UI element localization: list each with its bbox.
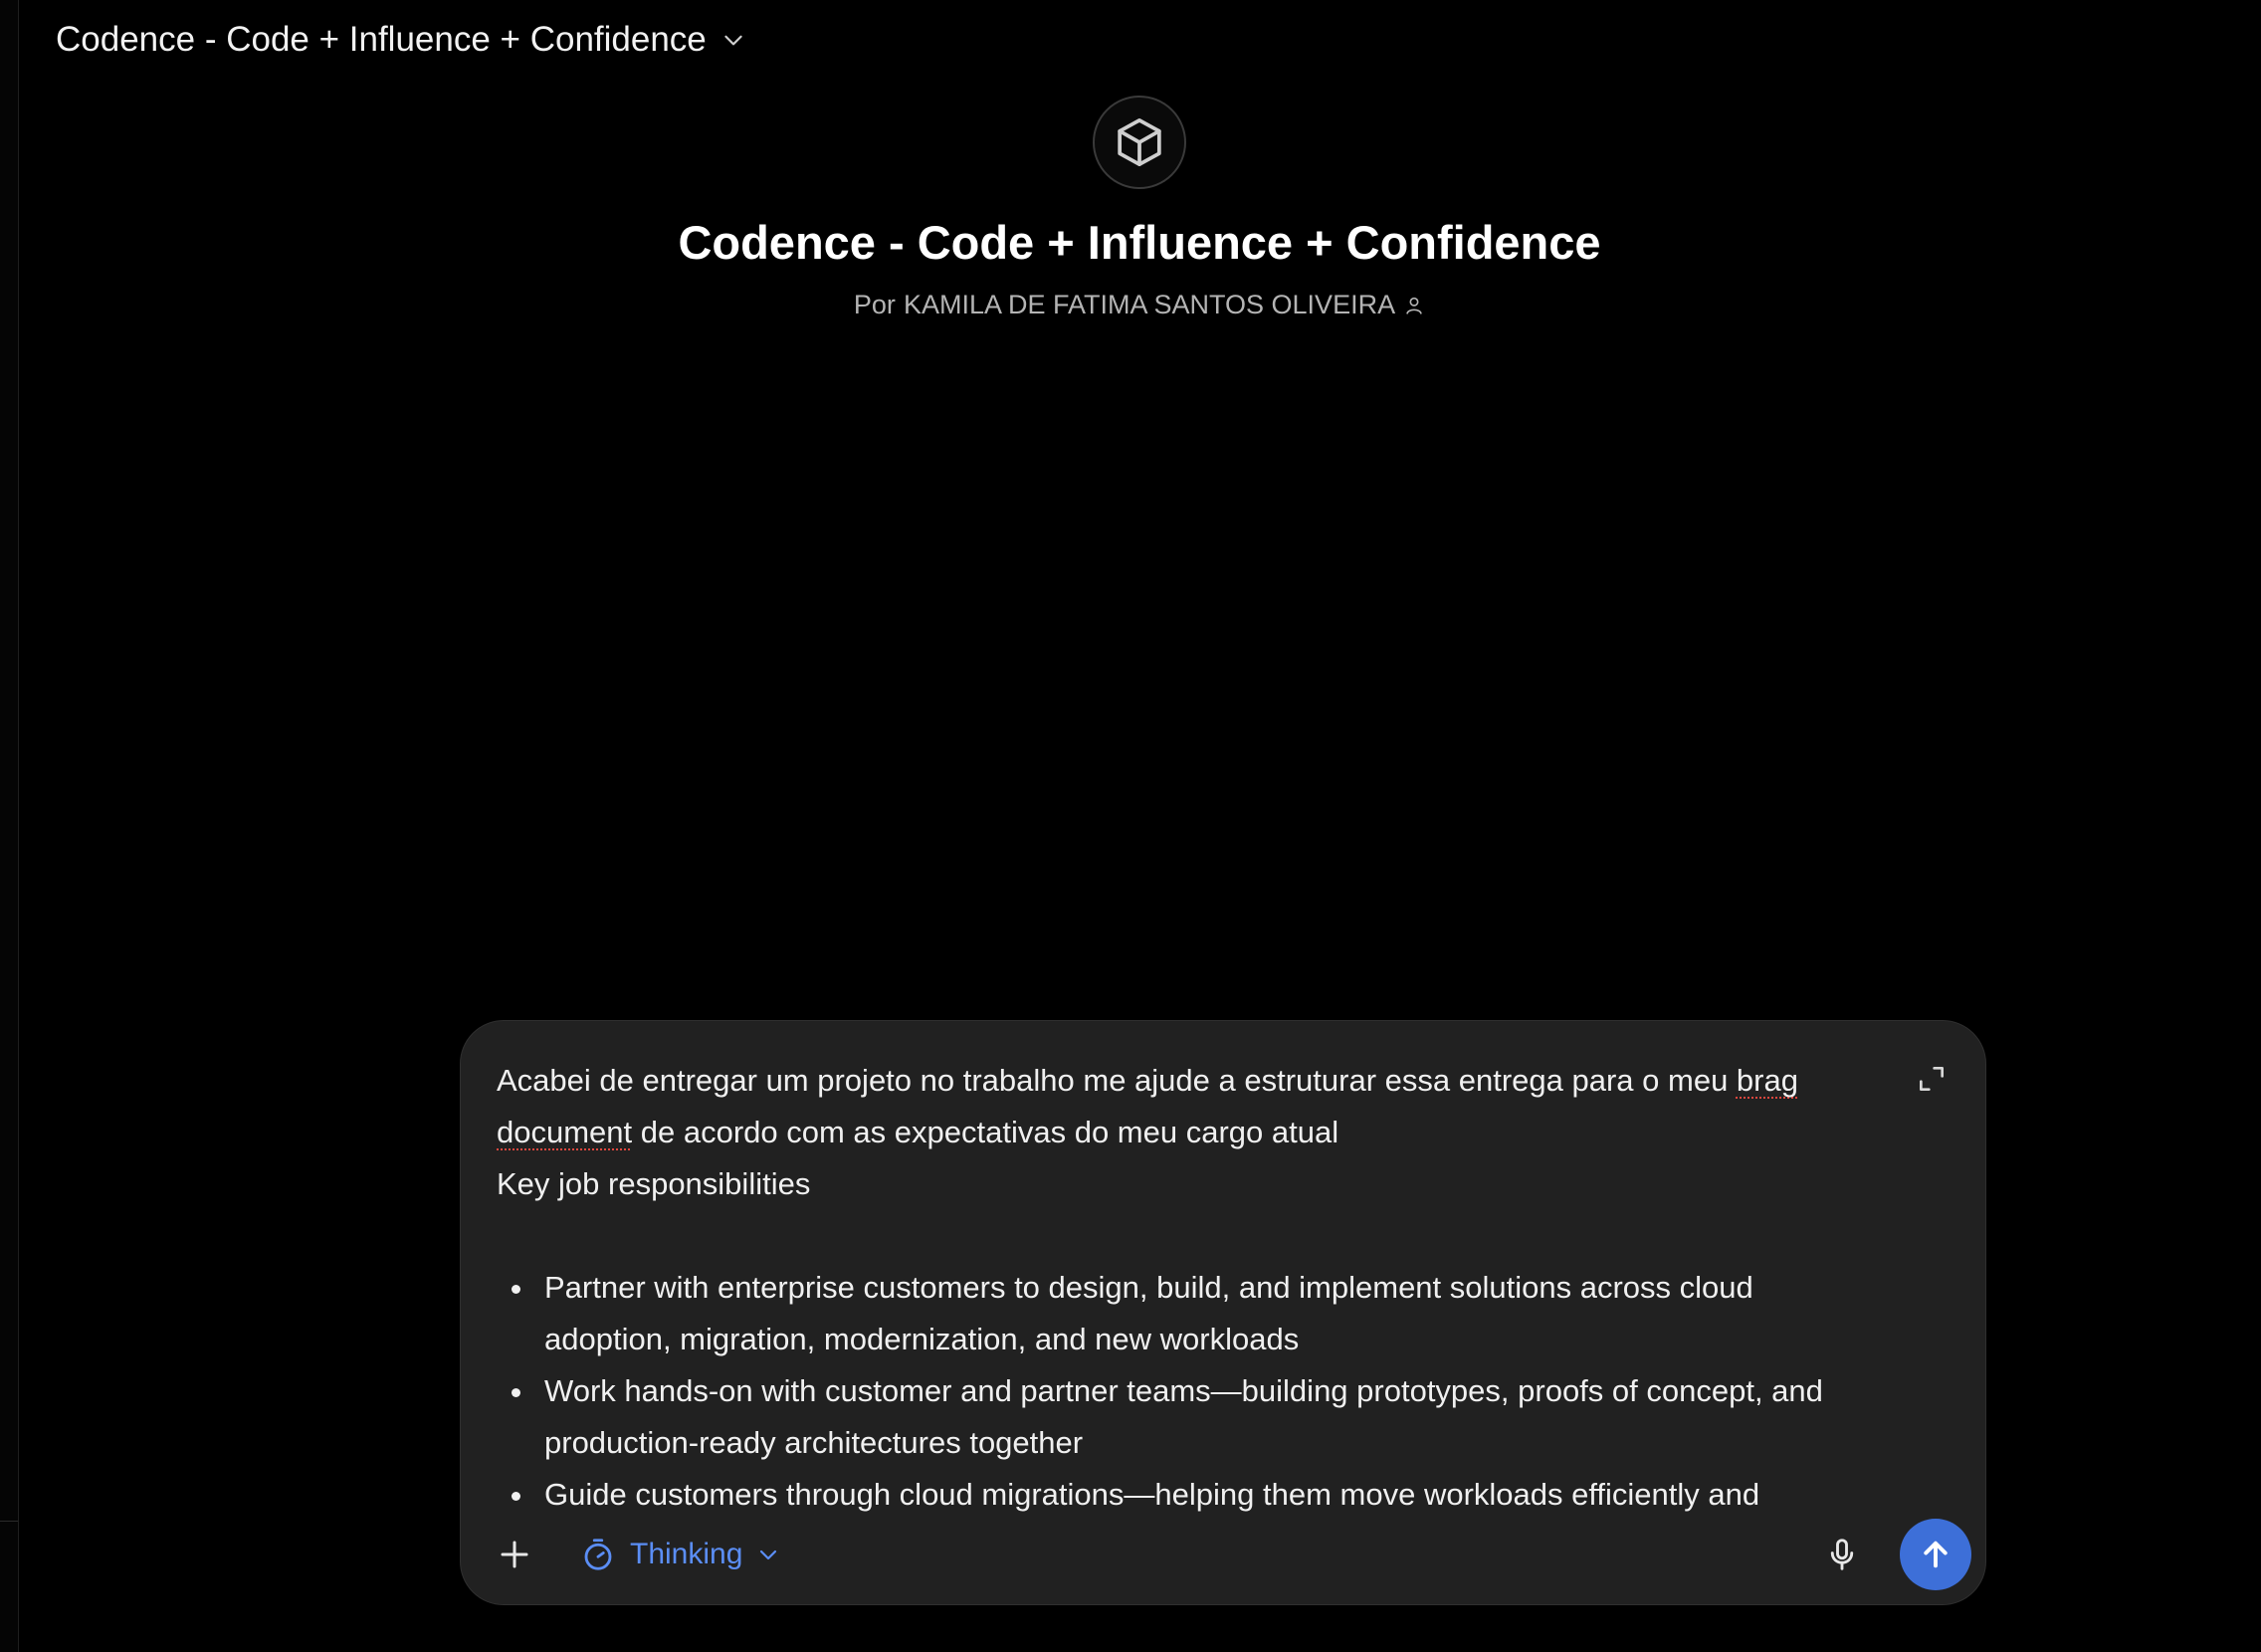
person-icon [1406, 297, 1422, 314]
rail-divider [0, 1521, 18, 1522]
list-item: Partner with enterprise customers to des… [536, 1262, 1870, 1365]
expand-icon[interactable] [1916, 1063, 1948, 1095]
thinking-mode-label: Thinking [630, 1538, 743, 1570]
prompt-textarea[interactable]: Acabei de entregar um projeto no trabalh… [497, 1055, 1870, 1537]
chevron-down-icon [724, 35, 742, 46]
add-attachment-button[interactable] [489, 1529, 540, 1580]
chevron-down-icon [760, 1549, 777, 1560]
thinking-mode-button[interactable]: Thinking [580, 1537, 780, 1572]
gpt-avatar [1093, 96, 1186, 189]
message-composer[interactable]: Acabei de entregar um projeto no trabalh… [460, 1020, 1986, 1605]
responsibility-list: Partner with enterprise customers to des… [497, 1262, 1870, 1521]
gpt-selector[interactable]: Codence - Code + Influence + Confidence [56, 20, 746, 60]
gpt-selector-label: Codence - Code + Influence + Confidence [56, 20, 707, 59]
prompt-paragraph: Acabei de entregar um projeto no trabalh… [497, 1055, 1870, 1158]
composer-toolbar: Thinking [489, 1519, 1971, 1590]
prompt-heading: Key job responsibilities [497, 1166, 811, 1201]
misspelled-word: brag [1736, 1063, 1798, 1098]
misspelled-word: document [497, 1115, 633, 1149]
author-prefix: Por [853, 290, 896, 319]
microphone-icon [1830, 1539, 1854, 1570]
plus-icon [501, 1541, 528, 1568]
send-button[interactable] [1900, 1519, 1971, 1590]
list-item: Guide customers through cloud migrations… [536, 1469, 1870, 1521]
gpt-title: Codence - Code + Influence + Confidence [678, 216, 1601, 269]
gpt-author: Por KAMILA DE FATIMA SANTOS OLIVEIRA [854, 290, 1425, 320]
voice-input-button[interactable] [1816, 1529, 1868, 1580]
gpt-hero: Codence - Code + Influence + Confidence … [18, 96, 2261, 320]
author-name: KAMILA DE FATIMA SANTOS OLIVEIRA [903, 290, 1396, 319]
prompt-text-segment: de acordo com as expectativas do meu car… [632, 1115, 1339, 1149]
prompt-text-segment: Acabei de entregar um projeto no trabalh… [497, 1063, 1737, 1098]
cube-icon [1118, 117, 1161, 167]
arrow-up-icon [1924, 1541, 1948, 1568]
timer-icon [584, 1539, 612, 1570]
left-rail [0, 0, 19, 1652]
list-item: Work hands-on with customer and partner … [536, 1365, 1870, 1469]
